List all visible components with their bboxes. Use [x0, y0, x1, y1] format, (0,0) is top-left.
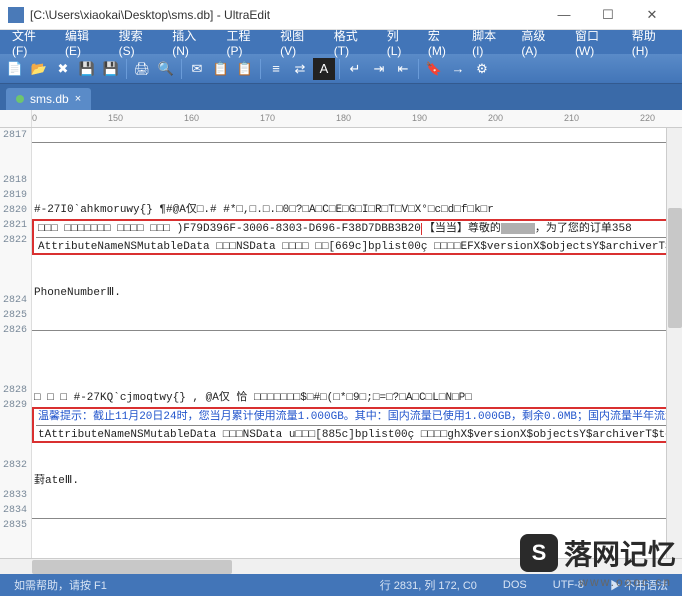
save-icon[interactable]: 💾: [76, 58, 98, 80]
watermark-text: 落网记忆: [564, 533, 676, 573]
wrap-icon[interactable]: ↵: [344, 58, 366, 80]
line-number: 2818: [0, 173, 27, 188]
line-number: 2819: [0, 188, 27, 203]
watermark-logo: S 落网记忆: [520, 533, 676, 573]
text-line: #-27I0`ahkmoruwy{} ¶#@A仅□.# #*□,□.□.□0□?…: [32, 203, 682, 218]
toolbar-separator: [339, 59, 340, 79]
line-number: 2829: [0, 398, 27, 413]
line-gutter: 2817 2818 2819 2820 2821 2822 2824 2825 …: [0, 128, 32, 558]
ruler-mark: 180: [336, 113, 351, 123]
line-number: 2828: [0, 383, 27, 398]
preview-icon[interactable]: 🔍: [155, 58, 177, 80]
text-line-sms-alert: 温馨提示：截止11月20日24时，您当月累计使用流量1.000GB。其中：国内流…: [36, 410, 678, 425]
ruler-mark: 160: [184, 113, 199, 123]
copy-icon[interactable]: 📋: [210, 58, 232, 80]
menu-column[interactable]: 列(L): [381, 25, 418, 60]
close-file-icon[interactable]: ✖: [52, 58, 74, 80]
line-number: 2817: [0, 128, 27, 143]
highlight-box-2: 温馨提示：截止11月20日24时，您当月累计使用流量1.000GB。其中：国内流…: [32, 407, 682, 443]
tab-close-icon[interactable]: ×: [75, 93, 81, 105]
ruler-mark: 220: [640, 113, 655, 123]
line-number: 2822: [0, 233, 27, 248]
app-icon: [8, 7, 24, 23]
ruler-mark: 0: [32, 113, 37, 123]
compare-icon[interactable]: ⇄: [289, 58, 311, 80]
menu-advanced[interactable]: 高级(A): [515, 25, 565, 60]
font-icon[interactable]: A: [313, 58, 335, 80]
tabbar: sms.db ×: [0, 84, 682, 110]
scrollbar-vertical[interactable]: [666, 128, 682, 558]
tab-status-icon: [16, 95, 24, 103]
text-line: tAttributeNameNSMutableData □□□NSData u□…: [36, 425, 678, 440]
menubar: 文件(F) 编辑(E) 搜索(S) 插入(N) 工程(P) 视图(V) 格式(T…: [0, 30, 682, 54]
scrollbar-horizontal-thumb[interactable]: [32, 560, 232, 574]
menu-help[interactable]: 帮助(H): [626, 25, 676, 60]
toolbar-separator: [260, 59, 261, 79]
ruler-mark: 200: [488, 113, 503, 123]
menu-window[interactable]: 窗口(W): [569, 25, 622, 60]
text-line: 葑ateⅢ.: [32, 474, 682, 489]
menu-insert[interactable]: 插入(N): [166, 25, 216, 60]
text-line: □ □ □ #-27KQ`cjmoqtwy{} , @A仅 恰 □□□□□□□$…: [32, 391, 682, 406]
bookmark-icon[interactable]: 🔖: [423, 58, 445, 80]
line-number: 2825: [0, 308, 27, 323]
toolbar-separator: [418, 59, 419, 79]
print-icon[interactable]: 🖨: [131, 58, 153, 80]
menu-view[interactable]: 视图(V): [274, 25, 324, 60]
tab-label: sms.db: [30, 92, 69, 106]
menu-search[interactable]: 搜索(S): [113, 25, 163, 60]
scrollbar-vertical-thumb[interactable]: [668, 208, 682, 328]
menu-script[interactable]: 脚本(I): [466, 25, 511, 60]
text-line: □□□ □□□□□□□ □□□□ □□□ )F79D396F-3006-8303…: [36, 222, 678, 237]
ruler-mark: 210: [564, 113, 579, 123]
menu-macro[interactable]: 宏(M): [422, 25, 462, 60]
line-number: 2834: [0, 503, 27, 518]
menu-edit[interactable]: 编辑(E): [59, 25, 109, 60]
line-number: 2824: [0, 293, 27, 308]
tab-smsdb[interactable]: sms.db ×: [6, 88, 91, 110]
line-number: 2826: [0, 323, 27, 338]
line-number: 2821: [0, 218, 27, 233]
outdent-icon[interactable]: ⇤: [392, 58, 414, 80]
goto-icon[interactable]: →: [447, 58, 469, 80]
open-file-icon[interactable]: 📂: [28, 58, 50, 80]
new-file-icon[interactable]: 📄: [4, 58, 26, 80]
text-line: PhoneNumberⅢ.: [32, 286, 682, 301]
ruler-mark: 150: [108, 113, 123, 123]
line-number: 2835: [0, 518, 27, 533]
ruler: 0 150 160 170 180 190 200 210 220: [0, 110, 682, 128]
toolbar-separator: [181, 59, 182, 79]
watermark-url: www.oooc.cn: [579, 575, 672, 589]
line-number: 2820: [0, 203, 27, 218]
ruler-mark: 170: [260, 113, 275, 123]
watermark-icon: S: [520, 534, 558, 572]
save-as-icon[interactable]: 💾: [100, 58, 122, 80]
ruler-mark: 190: [412, 113, 427, 123]
text-line: AttributeNameNSMutableData □□□NSData □□□…: [36, 237, 678, 252]
email-icon[interactable]: ✉: [186, 58, 208, 80]
toolbar-separator: [126, 59, 127, 79]
editor-area[interactable]: 2817 2818 2819 2820 2821 2822 2824 2825 …: [0, 128, 682, 558]
line-number: 2833: [0, 488, 27, 503]
config-icon[interactable]: ⚙: [471, 58, 493, 80]
menu-project[interactable]: 工程(P): [221, 25, 271, 60]
highlight-box-1: □□□ □□□□□□□ □□□□ □□□ )F79D396F-3006-8303…: [32, 219, 682, 255]
indent-icon[interactable]: ⇥: [368, 58, 390, 80]
menu-file[interactable]: 文件(F): [6, 25, 55, 60]
paste-icon[interactable]: 📋: [234, 58, 256, 80]
editor-content[interactable]: #-27I0`ahkmoruwy{} ¶#@A仅□.# #*□,□.□.□0□?…: [32, 128, 682, 558]
redacted-text: [501, 223, 535, 234]
list-icon[interactable]: ≡: [265, 58, 287, 80]
line-number: 2832: [0, 458, 27, 473]
menu-format[interactable]: 格式(T): [328, 25, 377, 60]
window-title: [C:\Users\xiaokai\Desktop\sms.db] - Ultr…: [30, 8, 542, 22]
status-mode[interactable]: DOS: [497, 579, 533, 591]
